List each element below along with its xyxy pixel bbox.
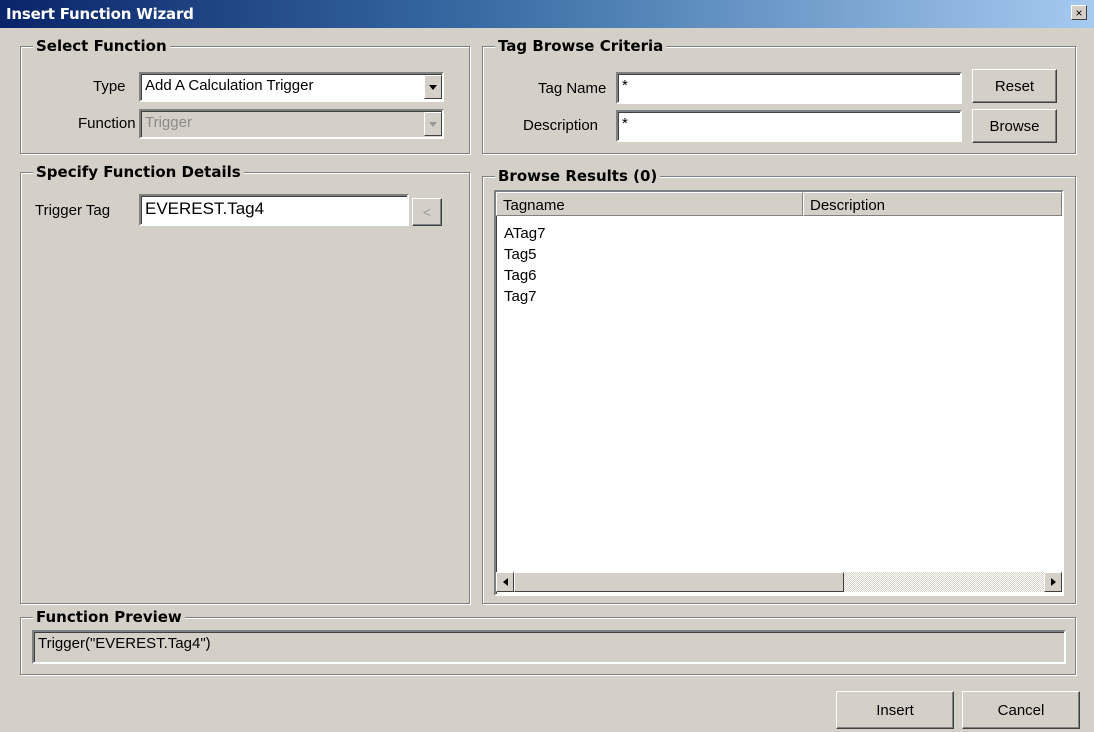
type-dropdown[interactable]: Add A Calculation Trigger — [139, 72, 444, 102]
reset-button[interactable]: Reset — [972, 69, 1057, 103]
description-value: * — [622, 115, 628, 132]
scroll-left-button[interactable] — [496, 572, 514, 592]
list-item[interactable]: ATag7 — [504, 225, 545, 242]
tag-name-input[interactable]: * — [616, 72, 962, 104]
arrow-right-icon — [1050, 578, 1056, 586]
tag-name-value: * — [622, 77, 628, 94]
chevron-down-icon — [429, 121, 437, 127]
function-dropdown-value: Trigger — [145, 114, 192, 131]
close-button[interactable]: × — [1071, 5, 1087, 20]
column-header-tagname-label: Tagname — [503, 197, 565, 214]
scroll-right-button[interactable] — [1044, 572, 1062, 592]
select-function-heading: Select Function — [33, 37, 170, 55]
function-details-group: Specify Function Details — [20, 163, 470, 604]
trigger-tag-pick-button[interactable]: < — [412, 198, 442, 226]
description-label: Description — [523, 117, 599, 134]
type-label: Type — [93, 78, 126, 95]
tag-name-label: Tag Name — [538, 80, 607, 97]
list-item[interactable]: Tag7 — [504, 288, 537, 305]
trigger-tag-value: EVEREST.Tag4 — [145, 199, 265, 218]
scrollbar-thumb[interactable] — [514, 572, 844, 592]
title-bar[interactable]: Insert Function Wizard × — [0, 0, 1094, 28]
list-item[interactable]: Tag5 — [504, 246, 537, 263]
column-header-description-label: Description — [810, 197, 886, 214]
column-header-tagname[interactable]: Tagname — [496, 192, 803, 216]
browse-button[interactable]: Browse — [972, 109, 1057, 143]
trigger-tag-input[interactable]: EVEREST.Tag4 — [139, 194, 409, 226]
chevron-down-icon — [429, 84, 437, 90]
insert-button-label: Insert — [876, 701, 914, 719]
reset-button-label: Reset — [994, 77, 1035, 95]
browse-results-list[interactable]: Tagname Description ATag7 Tag5 Tag6 Tag7 — [494, 190, 1064, 596]
window-title: Insert Function Wizard — [6, 5, 194, 23]
arrow-left-icon — [502, 578, 508, 586]
chevron-left-icon: < — [422, 204, 432, 220]
column-header-description[interactable]: Description — [803, 192, 1062, 216]
horizontal-scrollbar[interactable] — [496, 572, 1062, 592]
cancel-button[interactable]: Cancel — [962, 691, 1080, 729]
tag-browse-criteria-heading: Tag Browse Criteria — [495, 37, 667, 55]
function-dropdown-button — [424, 112, 442, 136]
trigger-tag-label: Trigger Tag — [35, 202, 111, 219]
insert-button[interactable]: Insert — [836, 691, 954, 729]
close-icon: × — [1075, 6, 1083, 20]
function-preview-heading: Function Preview — [33, 608, 185, 626]
description-input[interactable]: * — [616, 110, 962, 142]
list-item[interactable]: Tag6 — [504, 267, 537, 284]
insert-function-wizard-dialog: Insert Function Wizard × Select Function… — [0, 0, 1094, 732]
function-preview-field: Trigger("EVEREST.Tag4") — [32, 630, 1066, 664]
function-preview-value: Trigger("EVEREST.Tag4") — [38, 635, 211, 652]
function-dropdown: Trigger — [139, 109, 444, 139]
browse-button-label: Browse — [989, 117, 1040, 135]
function-details-heading: Specify Function Details — [33, 163, 244, 181]
cancel-button-label: Cancel — [997, 701, 1045, 719]
function-label: Function — [78, 115, 136, 132]
type-dropdown-value: Add A Calculation Trigger — [145, 77, 314, 94]
type-dropdown-button[interactable] — [424, 75, 442, 99]
browse-results-heading: Browse Results (0) — [495, 167, 661, 185]
